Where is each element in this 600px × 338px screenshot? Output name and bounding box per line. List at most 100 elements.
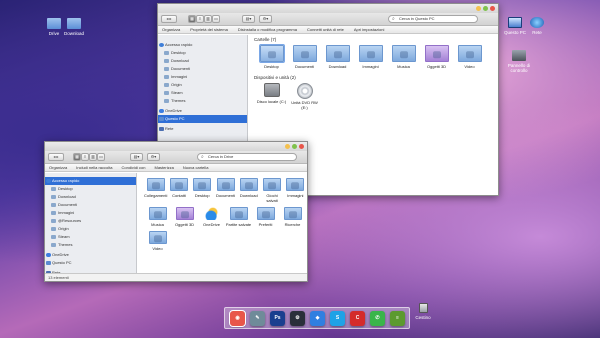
desktop-icon-download[interactable]: Download [60,18,88,36]
back-forward-button[interactable]: ◂ ▸ [161,15,177,23]
folder-item-onedrive[interactable]: OneDrive [198,205,225,227]
dvd-icon [296,83,313,99]
gear-icon[interactable]: ⚙▾ [147,153,160,161]
folder-item-oggetti-3d[interactable]: Oggetti 3D [171,205,198,227]
cmd-apri-impostazioni[interactable]: Apri impostazioni [354,27,384,32]
folder-icon [239,178,258,191]
items-row: Collegamenti Contatti Desktop Documenti … [144,176,307,203]
sidebar-item-onedrive[interactable]: OneDrive [45,251,136,259]
cmd-nuova-cartella[interactable]: Nuova cartella [183,165,209,170]
skype-icon[interactable]: S [330,310,345,326]
sidebar-item-immagini[interactable]: Immagini [158,73,247,81]
back-forward-button[interactable]: ◂ ▸ [48,153,64,161]
cmd-connetti-unita[interactable]: Connetti unità di rete [307,27,344,32]
folder-item-desktop[interactable]: Desktop [191,176,214,203]
arrange-button[interactable]: ▤▾ [130,153,143,161]
view-list-button[interactable]: ≡ [196,15,204,23]
sidebar-item-origin[interactable]: Origin [158,81,247,89]
drive-item-c[interactable]: Disco locale (C:) [255,81,288,110]
cmd-disinstalla[interactable]: Disinstalla o modifica programma [238,27,297,32]
sidebar-item-rete[interactable]: Rete [158,125,247,133]
cmd-organizza[interactable]: Organizza [49,165,67,170]
folder-item-desktop[interactable]: Desktop [255,43,288,69]
folder-item-musica[interactable]: Musica [144,205,171,227]
sidebar-item-accesso-rapido[interactable]: Accesso rapido [158,41,247,49]
folder-item-immagini[interactable]: Immagini [284,176,307,203]
arrange-button[interactable]: ▤▾ [242,15,255,23]
folder-item-ricerche[interactable]: Ricerche [279,205,306,227]
dropbox-icon[interactable]: ◆ [310,310,325,326]
sidebar-item-immagini[interactable]: Immagini [45,209,136,217]
folder-item-video[interactable]: Video [453,43,486,69]
sidebar-item-steam[interactable]: Steam [45,233,136,241]
sidebar-item-steam[interactable]: Steam [158,89,247,97]
folder-item-documenti[interactable]: Documenti [214,176,237,203]
sidebar-item-themes[interactable]: Themes [158,97,247,105]
titlebar[interactable] [158,4,498,13]
chrome-icon[interactable]: ◉ [229,309,246,327]
folder-item-contatti[interactable]: Contatti [167,176,190,203]
titlebar[interactable] [45,142,307,151]
minimize-button[interactable] [476,6,481,11]
folder-item-immagini[interactable]: Immagini [354,43,387,69]
star-icon [46,179,51,183]
cmd-condividi[interactable]: Condividi con [121,165,145,170]
search-input[interactable]: ⌕ Cerca in Questo PC [388,15,478,23]
sidebar-item-desktop[interactable]: Desktop [158,49,247,57]
maximize-button[interactable] [483,6,488,11]
drive-item-dvd[interactable]: Unità DVD RW (E:) [288,81,321,110]
folder-item-video[interactable]: Video [144,229,171,251]
folder-icon [148,231,167,244]
window-drive: ◂ ▸ ▦ ≡ ▥ ▭ ▤▾ ⚙▾ ⌕ Cerca in Drive Organ… [44,141,308,282]
sidebar-item-download[interactable]: Download [158,57,247,65]
sidebar-item-desktop[interactable]: Desktop [45,185,136,193]
sidebar-item-questo-pc[interactable]: Questo PC [45,259,136,267]
cmd-organizza[interactable]: Organizza [162,27,180,32]
folder-item-preferiti[interactable]: Preferiti [252,205,279,227]
trash-icon[interactable]: Cestino [412,303,434,320]
cmd-includi-raccolta[interactable]: Includi nella raccolta [76,165,112,170]
close-button[interactable] [490,6,495,11]
view-coverflow-button[interactable]: ▭ [212,15,220,23]
minimize-button[interactable] [285,144,290,149]
search-input[interactable]: ⌕ Cerca in Drive [197,153,297,161]
folder-item-download[interactable]: Download [321,43,354,69]
sidebar-item-download[interactable]: Download [45,193,136,201]
folder-item-giochi-salvati[interactable]: Giochi salvati [260,176,283,203]
notepad-icon[interactable]: ≡ [390,310,405,326]
desktop-icon-rete[interactable]: Rete [523,17,551,35]
sidebar-item-resources[interactable]: @Resources [45,217,136,225]
folder-item-oggetti-3d[interactable]: Oggetti 3D [420,43,453,69]
view-icons-button[interactable]: ▦ [188,15,196,23]
view-list-button[interactable]: ≡ [81,153,89,161]
sidebar-item-origin[interactable]: Origin [45,225,136,233]
cmd-proprieta-sistema[interactable]: Proprietà del sistema [190,27,228,32]
photoshop-icon[interactable]: Ps [270,310,285,326]
maximize-button[interactable] [292,144,297,149]
cmd-masterizza[interactable]: Masterizza [155,165,174,170]
whatsapp-icon[interactable]: ✆ [370,310,385,326]
folder-item-collegamenti[interactable]: Collegamenti [144,176,167,203]
sidebar-item-themes[interactable]: Themes [45,241,136,249]
folder-item-documenti[interactable]: Documenti [288,43,321,69]
folder-item-download[interactable]: Download [237,176,260,203]
folder-item-partite-salvate[interactable]: Partite salvate [225,205,252,227]
computer-icon [508,17,522,28]
trash-can-icon [418,303,428,313]
folder-item-musica[interactable]: Musica [387,43,420,69]
notes-icon[interactable]: ✎ [250,310,265,326]
view-coverflow-button[interactable]: ▭ [97,153,105,161]
sidebar-item-onedrive[interactable]: OneDrive [158,107,247,115]
view-columns-button[interactable]: ▥ [89,153,97,161]
view-columns-button[interactable]: ▥ [204,15,212,23]
ccleaner-icon[interactable]: C [350,310,365,326]
sidebar-item-accesso-rapido[interactable]: Accesso rapido [45,177,136,185]
sidebar-item-questo-pc[interactable]: Questo PC [158,115,247,123]
sidebar-item-documenti[interactable]: Documenti [45,201,136,209]
steam-icon[interactable]: ⚙ [290,310,305,326]
gear-icon[interactable]: ⚙▾ [259,15,272,23]
desktop-icon-pannello[interactable]: Pannello di controllo [505,50,533,73]
sidebar-item-documenti[interactable]: Documenti [158,65,247,73]
close-button[interactable] [299,144,304,149]
view-icons-button[interactable]: ▦ [73,153,81,161]
